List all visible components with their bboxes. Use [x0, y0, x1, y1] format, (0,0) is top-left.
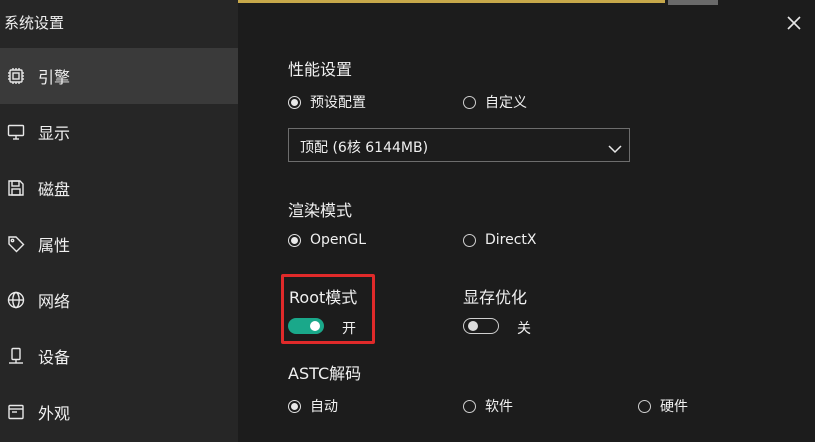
sidebar-item-label: 设备 — [38, 348, 71, 367]
sidebar-item-disk[interactable]: 磁盘 — [0, 160, 238, 216]
radio-indicator — [288, 399, 301, 413]
radio-astc-software[interactable]: 软件 — [463, 396, 513, 416]
radio-indicator — [638, 399, 651, 413]
radio-opengl[interactable]: OpenGL — [288, 232, 366, 248]
chevron-down-icon — [607, 140, 623, 154]
sidebar-item-label: 磁盘 — [38, 180, 71, 199]
sidebar-item-label: 属性 — [38, 236, 71, 255]
radio-label: 软件 — [485, 399, 513, 415]
radio-astc-auto[interactable]: 自动 — [288, 396, 338, 416]
radio-custom[interactable]: 自定义 — [463, 92, 527, 112]
toggle-knob — [468, 321, 478, 331]
radio-indicator — [463, 95, 476, 109]
sidebar-item-display[interactable]: 显示 — [0, 104, 238, 160]
preset-select[interactable]: 顶配 (6核 6144MB) — [288, 128, 630, 162]
sidebar-item-device[interactable]: 设备 — [0, 328, 238, 384]
radio-indicator — [288, 233, 301, 247]
phone-icon — [7, 347, 25, 365]
radio-indicator — [463, 233, 476, 247]
astc-title: ASTC解码 — [288, 364, 362, 383]
preset-select-value: 顶配 (6核 6144MB) — [300, 140, 429, 156]
radio-label: 自动 — [310, 399, 338, 415]
vram-optimize-toggle[interactable] — [463, 318, 499, 334]
sidebar-item-label: 网络 — [38, 292, 71, 311]
radio-astc-hardware[interactable]: 硬件 — [638, 396, 688, 416]
radio-label: 自定义 — [485, 95, 527, 111]
radio-indicator — [463, 399, 476, 413]
sidebar-item-label: 外观 — [38, 404, 71, 423]
settings-window: 系统设置 引擎 显示 磁盘 属性 网络 设备 外观 性能设置 预设配置 自定义 … — [0, 0, 815, 442]
radio-label: 硬件 — [660, 399, 688, 415]
radio-label: DirectX — [485, 232, 537, 248]
sidebar-item-engine[interactable]: 引擎 — [0, 48, 238, 104]
sidebar-item-label: 引擎 — [38, 68, 71, 87]
sidebar: 系统设置 引擎 显示 磁盘 属性 网络 设备 外观 — [0, 0, 238, 442]
sidebar-item-appearance[interactable]: 外观 — [0, 384, 238, 440]
window-icon — [7, 403, 25, 421]
sidebar-item-network[interactable]: 网络 — [0, 272, 238, 328]
toggle-knob — [310, 321, 320, 331]
chip-icon — [7, 67, 25, 85]
root-mode-toggle[interactable] — [288, 318, 324, 334]
tag-icon — [7, 235, 25, 253]
sidebar-nav: 引擎 显示 磁盘 属性 网络 设备 外观 — [0, 48, 238, 440]
radio-preset[interactable]: 预设配置 — [288, 92, 366, 112]
radio-label: 预设配置 — [310, 95, 366, 111]
top-strip-secondary — [668, 0, 718, 5]
performance-title: 性能设置 — [288, 60, 353, 79]
radio-directx[interactable]: DirectX — [463, 232, 537, 248]
radio-indicator — [288, 95, 301, 109]
root-mode-title: Root模式 — [289, 288, 358, 307]
root-mode-state: 开 — [342, 321, 356, 337]
close-button[interactable] — [783, 12, 805, 34]
close-icon — [783, 16, 805, 38]
vram-optimize-title: 显存优化 — [463, 288, 528, 307]
radio-label: OpenGL — [310, 232, 367, 248]
monitor-icon — [7, 123, 25, 141]
vram-optimize-state: 关 — [517, 321, 531, 337]
window-title: 系统设置 — [4, 14, 65, 32]
globe-icon — [7, 291, 25, 309]
disk-icon — [7, 179, 25, 197]
render-mode-title: 渲染模式 — [288, 201, 353, 220]
sidebar-item-label: 显示 — [38, 124, 71, 143]
sidebar-item-properties[interactable]: 属性 — [0, 216, 238, 272]
